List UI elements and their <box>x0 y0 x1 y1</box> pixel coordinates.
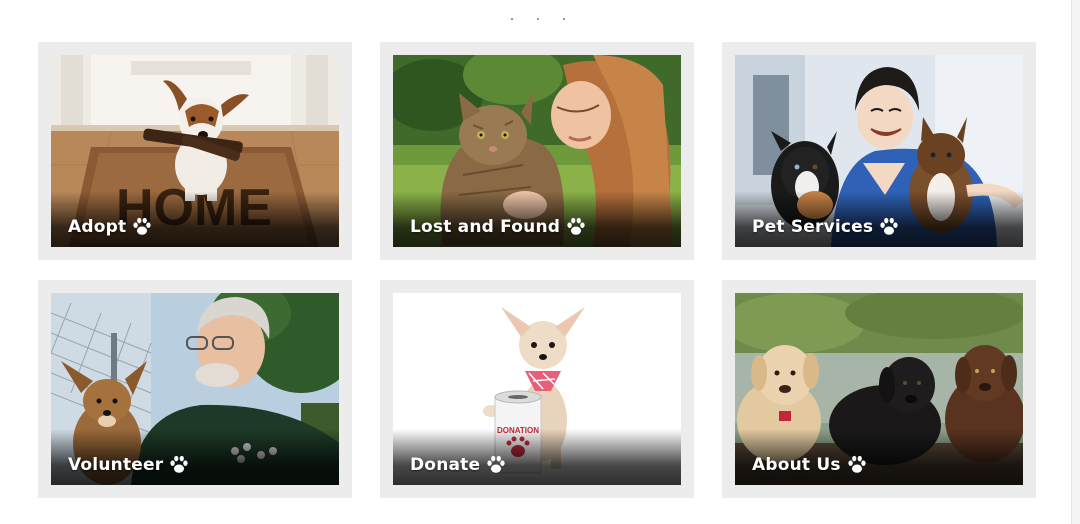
adopt-photo: HOME Adopt <box>51 55 339 247</box>
tile-volunteer-label: Volunteer <box>68 455 164 475</box>
paw-icon <box>485 454 507 476</box>
tile-lost-and-found[interactable]: Lost and Found <box>380 42 694 260</box>
tile-pet-services[interactable]: Pet Services <box>722 42 1036 260</box>
tile-volunteer[interactable]: Volunteer <box>38 280 352 498</box>
paw-icon <box>565 216 587 238</box>
tile-about-us[interactable]: About Us <box>722 280 1036 498</box>
lost-and-found-photo: Lost and Found <box>393 55 681 247</box>
tile-about-us-caption: About Us <box>752 454 868 476</box>
paw-icon <box>131 216 153 238</box>
tile-donate[interactable]: DONATION Donate <box>380 280 694 498</box>
tile-adopt[interactable]: HOME Adopt <box>38 42 352 260</box>
paw-icon <box>878 216 900 238</box>
carousel-indicator-dots <box>507 18 571 22</box>
volunteer-photo: Volunteer <box>51 293 339 485</box>
paw-icon <box>168 454 190 476</box>
tile-lost-and-found-label: Lost and Found <box>410 217 561 237</box>
tile-about-us-label: About Us <box>752 455 841 475</box>
tile-donate-caption: Donate <box>410 454 507 476</box>
tile-pet-services-label: Pet Services <box>752 217 874 237</box>
about-us-photo: About Us <box>735 293 1023 485</box>
tile-donate-label: Donate <box>410 455 481 475</box>
tile-adopt-label: Adopt <box>68 217 127 237</box>
paw-icon <box>846 454 868 476</box>
page-scrollbar[interactable] <box>1071 0 1080 524</box>
tile-volunteer-caption: Volunteer <box>68 454 190 476</box>
donate-photo: DONATION Donate <box>393 293 681 485</box>
tile-adopt-caption: Adopt <box>68 216 153 238</box>
pet-services-photo: Pet Services <box>735 55 1023 247</box>
tile-lost-and-found-caption: Lost and Found <box>410 216 587 238</box>
tile-pet-services-caption: Pet Services <box>752 216 900 238</box>
